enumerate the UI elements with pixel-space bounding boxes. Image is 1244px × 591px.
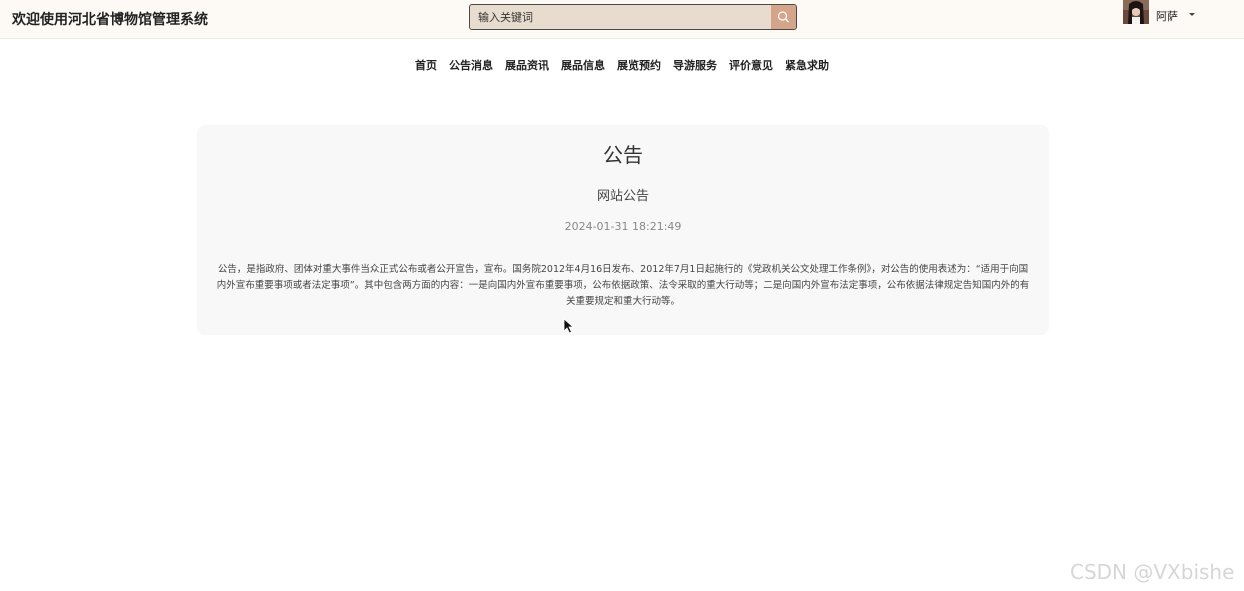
nav-item-exhibit-info[interactable]: 展品信息 (561, 58, 605, 74)
notice-body: 公告，是指政府、团体对重大事件当众正式公布或者公开宣告，宣布。国务院2012年4… (216, 264, 1030, 307)
nav-item-guide-service[interactable]: 导游服务 (673, 58, 717, 74)
nav-item-emergency-help[interactable]: 紧急求助 (785, 58, 829, 74)
caret-down-icon[interactable] (1189, 13, 1195, 16)
nav-item-exhibit-news[interactable]: 展品资讯 (505, 58, 549, 74)
search-icon (777, 11, 789, 23)
top-header-bar: 欢迎使用河北省博物馆管理系统 阿萨 (0, 0, 1244, 39)
main-nav: 首页 公告消息 展品资讯 展品信息 展览预约 导游服务 评价意见 紧急求助 (0, 58, 1244, 74)
notice-title: 网站公告 (596, 189, 649, 204)
user-avatar[interactable] (1123, 0, 1149, 24)
page-title: 公告 (603, 143, 643, 167)
nav-item-feedback[interactable]: 评价意见 (729, 58, 773, 74)
search-input[interactable] (470, 5, 772, 29)
search-button[interactable] (771, 5, 796, 29)
watermark: CSDN @VXbishe (1070, 560, 1235, 584)
site-title: 欢迎使用河北省博物馆管理系统 (12, 12, 208, 28)
nav-item-home[interactable]: 首页 (415, 58, 437, 74)
notice-date: 2024-01-31 18:21:49 (564, 220, 682, 233)
username[interactable]: 阿萨 (1156, 8, 1178, 24)
search-box (469, 4, 797, 30)
nav-item-exhibition-booking[interactable]: 展览预约 (617, 58, 661, 74)
nav-item-announcements[interactable]: 公告消息 (449, 58, 493, 74)
notice-card: 公告 网站公告 2024-01-31 18:21:49 公告，是指政府、团体对重… (197, 125, 1049, 335)
mouse-cursor-icon (563, 318, 575, 334)
